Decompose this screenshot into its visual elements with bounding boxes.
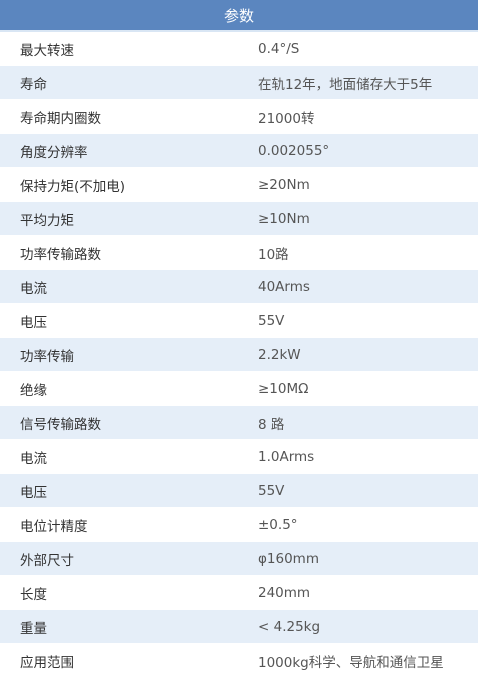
param-label: 外部尺寸: [20, 552, 74, 569]
param-value: 10路: [258, 246, 289, 263]
param-value: 55V: [258, 482, 285, 499]
table-row: 电压 55V: [0, 474, 478, 508]
param-value: 55V: [258, 312, 285, 329]
param-value: ≥10MΩ: [258, 380, 309, 397]
param-label: 最大转速: [20, 42, 74, 59]
table-row: 重量 < 4.25kg: [0, 610, 478, 644]
param-value: ±0.5°: [258, 516, 298, 533]
param-label: 寿命: [20, 76, 47, 93]
table-row: 应用范围 1000kg科学、导航和通信卫星: [0, 644, 478, 678]
param-value: ≥10Nm: [258, 210, 310, 227]
param-label: 电流: [20, 450, 47, 467]
param-value: 1.0Arms: [258, 448, 315, 465]
param-value: 240mm: [258, 584, 311, 601]
param-label: 电压: [20, 484, 47, 501]
param-value: 0.002055°: [258, 142, 330, 159]
param-value: 21000转: [258, 110, 315, 127]
table-row: 功率传输路数 10路: [0, 236, 478, 270]
param-label: 保持力矩(不加电): [20, 178, 126, 195]
table-row: 平均力矩 ≥10Nm: [0, 202, 478, 236]
table-row: 电流 1.0Arms: [0, 440, 478, 474]
param-value: 0.4°/S: [258, 40, 300, 57]
param-label: 电位计精度: [20, 518, 88, 535]
param-label: 功率传输路数: [20, 246, 101, 263]
param-label: 绝缘: [20, 382, 47, 399]
param-value: 8 路: [258, 416, 285, 433]
param-value: 在轨12年，地面储存大于5年: [258, 76, 433, 93]
param-label: 长度: [20, 586, 47, 603]
param-label: 信号传输路数: [20, 416, 101, 433]
param-value: ≥20Nm: [258, 176, 310, 193]
table-header-title: 参数: [223, 6, 254, 25]
table-row: 寿命期内圈数 21000转: [0, 100, 478, 134]
param-label: 角度分辨率: [20, 144, 88, 161]
table-row: 信号传输路数 8 路: [0, 406, 478, 440]
table-row: 保持力矩(不加电) ≥20Nm: [0, 168, 478, 202]
table-row: 外部尺寸 φ160mm: [0, 542, 478, 576]
parameter-table: 参数 最大转速 0.4°/S 寿命 在轨12年，地面储存大于5年 寿命期内圈数 …: [0, 0, 478, 680]
table-row: 功率传输 2.2kW: [0, 338, 478, 372]
param-label: 功率传输: [20, 348, 74, 365]
table-body: 最大转速 0.4°/S 寿命 在轨12年，地面储存大于5年 寿命期内圈数 210…: [0, 32, 478, 678]
param-label: 应用范围: [20, 654, 74, 671]
param-label: 平均力矩: [20, 212, 74, 229]
param-label: 电流: [20, 280, 47, 297]
table-row: 长度 240mm: [0, 576, 478, 610]
param-value: φ160mm: [258, 550, 319, 567]
param-value: < 4.25kg: [258, 618, 321, 635]
table-row: 寿命 在轨12年，地面储存大于5年: [0, 66, 478, 100]
param-label: 电压: [20, 314, 47, 331]
table-row: 电位计精度 ±0.5°: [0, 508, 478, 542]
param-value: 2.2kW: [258, 346, 301, 363]
table-row: 最大转速 0.4°/S: [0, 32, 478, 66]
table-row: 电流 40Arms: [0, 270, 478, 304]
param-value: 40Arms: [258, 278, 310, 295]
param-label: 寿命期内圈数: [20, 110, 101, 127]
table-row: 角度分辨率 0.002055°: [0, 134, 478, 168]
table-header: 参数: [0, 0, 478, 32]
param-label: 重量: [20, 620, 47, 637]
table-row: 绝缘 ≥10MΩ: [0, 372, 478, 406]
param-value: 1000kg科学、导航和通信卫星: [258, 654, 444, 671]
table-row: 电压 55V: [0, 304, 478, 338]
